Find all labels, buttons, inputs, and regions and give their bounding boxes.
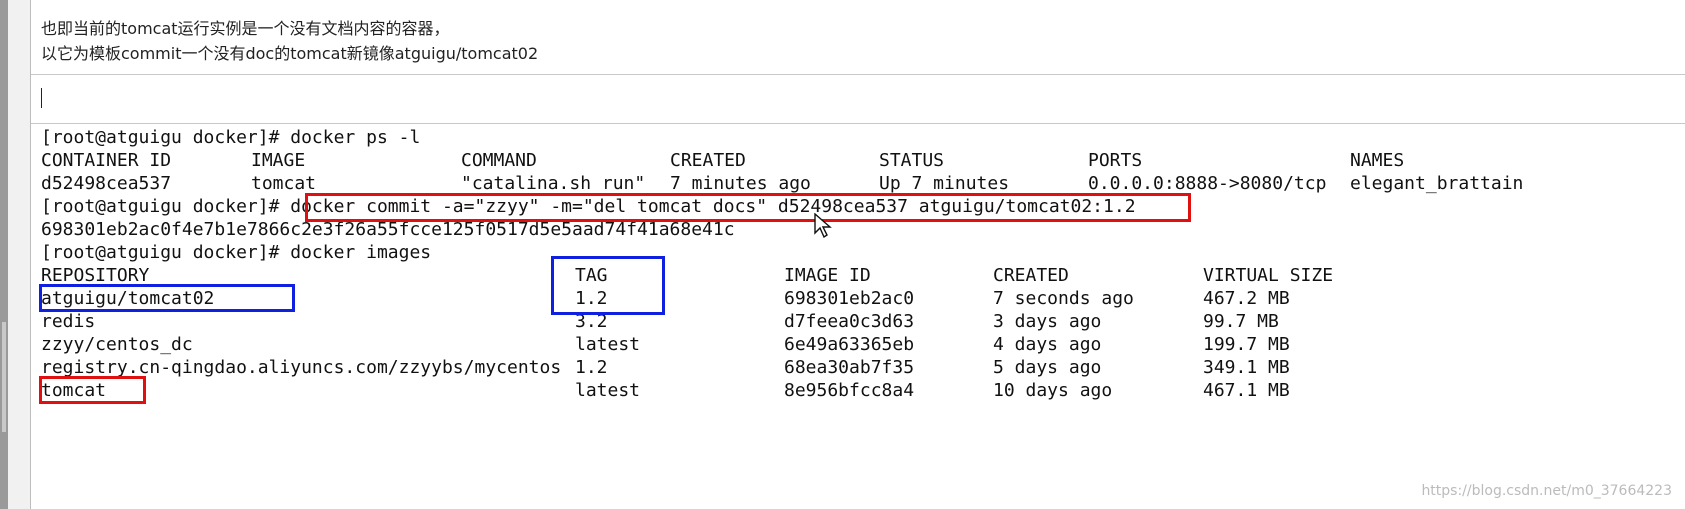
image-size: 349.1 MB [1203, 357, 1290, 378]
terminal-line-commit-command: [root@atguigu docker]# docker commit -a=… [41, 195, 1136, 218]
terminal-screenshot: [root@atguigu docker]# docker ps -l CONT… [35, 126, 1675, 418]
image-id: 698301eb2ac0 [784, 288, 915, 309]
image-tag: 1.2 [575, 288, 608, 309]
image-created: 10 days ago [993, 380, 1113, 401]
images-header-created: CREATED [993, 265, 1069, 286]
ps-data-row: d52498cea537 tomcat "catalina.sh run" 7 … [41, 172, 1671, 195]
images-header-tag: TAG [575, 265, 608, 286]
table-row: redis 3.2 d7feea0c3d63 3 days ago 99.7 M… [41, 310, 1671, 333]
terminal-line-images-command: [root@atguigu docker]# docker images [41, 242, 432, 263]
ps-cell-ports: 0.0.0.0:8888->8080/tcp [1088, 173, 1327, 194]
image-size: 199.7 MB [1203, 334, 1290, 355]
image-repository: registry.cn-qingdao.aliyuncs.com/zzyybs/… [41, 357, 562, 378]
divider [31, 123, 1685, 124]
image-tag: latest [575, 334, 641, 355]
ps-header-status: STATUS [879, 150, 945, 171]
image-size: 467.2 MB [1203, 288, 1290, 309]
image-id: d7feea0c3d63 [784, 311, 915, 332]
ps-cell-status: Up 7 minutes [879, 173, 1010, 194]
ps-header-created: CREATED [670, 150, 746, 171]
image-created: 7 seconds ago [993, 288, 1134, 309]
image-size: 467.1 MB [1203, 380, 1290, 401]
images-header-repository: REPOSITORY [41, 265, 150, 286]
ps-cell-container-id: d52498cea537 [41, 173, 172, 194]
terminal-line-commit-hash: 698301eb2ac0f4e7b1e7866c2e3f26a55fcce125… [41, 219, 735, 240]
image-tag: 3.2 [575, 311, 608, 332]
ps-header-command: COMMAND [461, 150, 537, 171]
ps-header-container-id: CONTAINER ID [41, 150, 172, 171]
commit-command: docker commit -a="zzyy" -m="del tomcat d… [290, 196, 1136, 217]
image-tag: 1.2 [575, 357, 608, 378]
note-line-2: 以它为模板commit一个没有doc的tomcat新镜像atguigu/tomc… [41, 44, 539, 63]
image-id: 6e49a63365eb [784, 334, 915, 355]
text-caret[interactable] [41, 88, 42, 108]
image-created: 4 days ago [993, 334, 1102, 355]
ps-header-names: NAMES [1350, 150, 1405, 171]
ps-header-image: IMAGE [251, 150, 306, 171]
images-header-virtual-size: VIRTUAL SIZE [1203, 265, 1334, 286]
table-row: zzyy/centos_dc latest 6e49a63365eb 4 day… [41, 333, 1671, 356]
ps-cell-command: "catalina.sh run" [461, 173, 646, 194]
scrollbar-thumb[interactable] [2, 322, 6, 432]
image-created: 5 days ago [993, 357, 1102, 378]
annotation-text: 也即当前的tomcat运行实例是一个没有文档内容的容器， 以它为模板commit… [41, 16, 538, 66]
image-created: 3 days ago [993, 311, 1102, 332]
prompt: [root@atguigu docker]# [41, 196, 291, 217]
watermark: https://blog.csdn.net/m0_37664223 [1421, 483, 1672, 499]
divider [31, 74, 1685, 75]
image-repository: atguigu/tomcat02 [41, 288, 215, 309]
image-size: 99.7 MB [1203, 311, 1279, 332]
table-row: tomcat latest 8e956bfcc8a4 10 days ago 4… [41, 379, 1671, 402]
images-header-image-id: IMAGE ID [784, 265, 871, 286]
document-page: 也即当前的tomcat运行实例是一个没有文档内容的容器， 以它为模板commit… [30, 0, 1685, 509]
left-scrollbar[interactable] [0, 0, 8, 509]
ps-cell-created: 7 minutes ago [670, 173, 811, 194]
table-row: atguigu/tomcat02 1.2 698301eb2ac0 7 seco… [41, 287, 1671, 310]
image-repository: tomcat [41, 380, 107, 401]
note-line-1: 也即当前的tomcat运行实例是一个没有文档内容的容器， [41, 19, 450, 38]
image-id: 68ea30ab7f35 [784, 357, 915, 378]
image-repository: redis [41, 311, 96, 332]
image-id: 8e956bfcc8a4 [784, 380, 915, 401]
image-tag: latest [575, 380, 641, 401]
terminal-line-ps-command: [root@atguigu docker]# docker ps -l [41, 127, 421, 148]
mouse-pointer-icon [814, 213, 832, 239]
image-repository: zzyy/centos_dc [41, 334, 193, 355]
table-row: registry.cn-qingdao.aliyuncs.com/zzyybs/… [41, 356, 1671, 379]
ps-header-row: CONTAINER ID IMAGE COMMAND CREATED STATU… [41, 149, 1671, 172]
ps-header-ports: PORTS [1088, 150, 1143, 171]
ps-cell-names: elegant_brattain [1350, 173, 1524, 194]
images-header-row: REPOSITORY TAG IMAGE ID CREATED VIRTUAL … [41, 264, 1671, 287]
ps-cell-image: tomcat [251, 173, 317, 194]
